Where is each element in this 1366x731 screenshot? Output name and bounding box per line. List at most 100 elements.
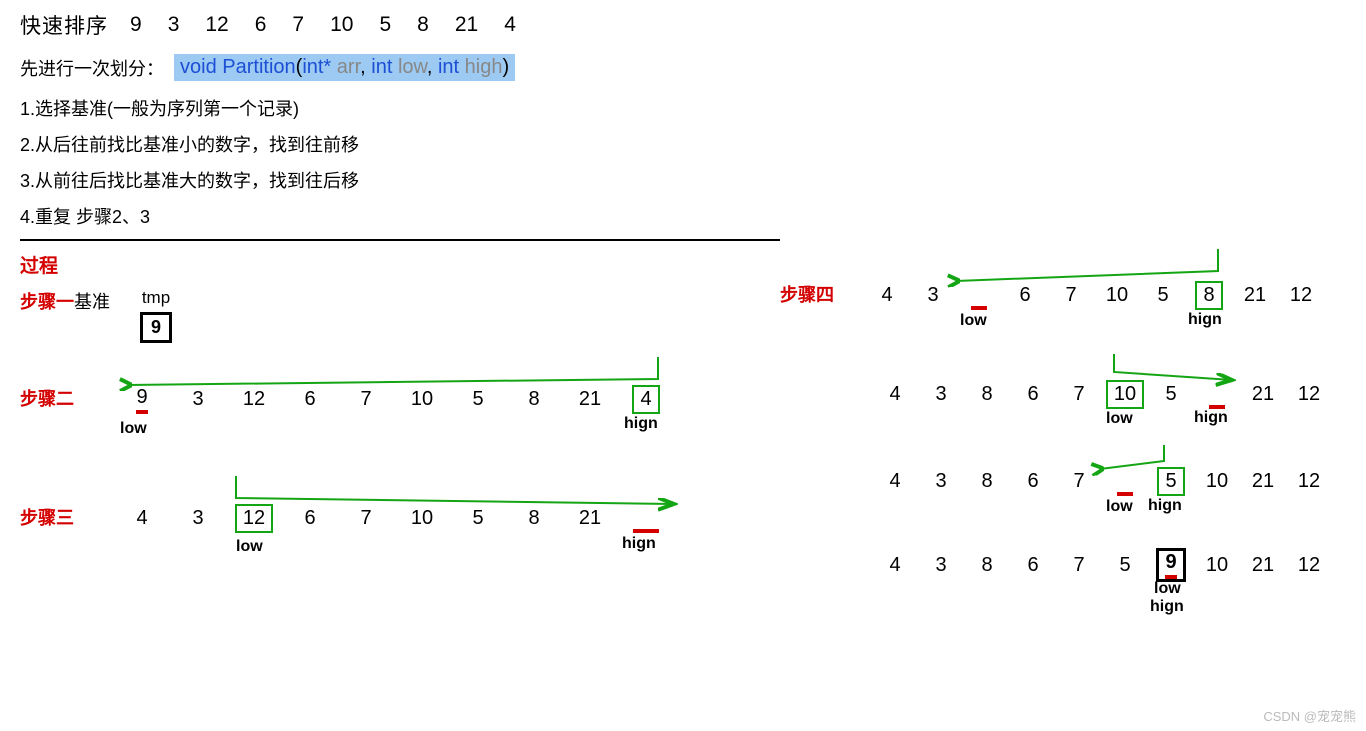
num: 7: [292, 13, 304, 37]
cell: 21: [562, 388, 618, 411]
cell: 6: [1010, 383, 1056, 406]
cell: 4: [864, 284, 910, 307]
step-4d: 4 3 8 6 7 5 9 low hign 10 21 12: [872, 548, 1346, 582]
cell: 10: [1194, 554, 1240, 577]
param-arr: arr: [337, 56, 360, 78]
cell: 8: [506, 388, 562, 411]
cell: 7: [338, 388, 394, 411]
hign-tag: hign: [622, 535, 656, 553]
cell: 10: [394, 388, 450, 411]
cell: 5: [450, 388, 506, 411]
cell: 5: [1148, 383, 1194, 406]
val: 9: [136, 386, 147, 414]
paren-close: ): [502, 56, 509, 78]
step2-label: 步骤二: [20, 385, 74, 411]
fn-name: Partition: [222, 56, 295, 78]
hign-tag: hign: [1188, 311, 1222, 329]
val: 10: [1106, 380, 1144, 409]
code-highlight: void Partition(int* arr, int low, int hi…: [174, 54, 515, 81]
rules-list: 1.选择基准(一般为序列第一个记录) 2.从后往前找比基准小的数字，找到往前移 …: [20, 91, 1346, 235]
cell: 10: [394, 507, 450, 530]
step-3: 步骤三 4 3 12low 6 7 10 5 8 21 hign: [20, 504, 780, 533]
cell: 4: [872, 554, 918, 577]
cell: 5hign: [1148, 467, 1194, 496]
blank-cell: [1209, 381, 1226, 409]
cell: 3: [170, 388, 226, 411]
cell: 6: [282, 507, 338, 530]
step1-label: 步骤一: [20, 288, 74, 314]
comma: ,: [360, 56, 371, 78]
cell: 8: [964, 554, 1010, 577]
val: 5: [1157, 467, 1184, 496]
cell: 12: [1286, 470, 1332, 493]
cell: 8: [964, 470, 1010, 493]
cell: 9low: [114, 386, 170, 414]
watermark: CSDN @宠宠熊: [1263, 706, 1356, 725]
step2-array: 9low 3 12 6 7 10 5 8 21 4hign: [114, 385, 674, 414]
tmp-box: 9: [140, 312, 172, 343]
cell: 10: [1094, 284, 1140, 307]
cell: 21: [1240, 470, 1286, 493]
kw-void: void: [180, 56, 217, 78]
cell: 9 low hign: [1148, 548, 1194, 582]
title-row: 快速排序 9 3 12 6 7 10 5 8 21 4: [20, 10, 1346, 40]
cell: 12: [226, 388, 282, 411]
divider: [20, 239, 780, 241]
num: 21: [455, 13, 478, 37]
cell: low: [956, 282, 1002, 310]
cell: 4hign: [618, 385, 674, 414]
num: 10: [330, 13, 353, 37]
num: 8: [417, 13, 429, 37]
cell: hign: [618, 505, 674, 533]
rule-1: 1.选择基准(一般为序列第一个记录): [20, 91, 1346, 127]
comma: ,: [427, 56, 438, 78]
step-1: 步骤一基准 tmp 9: [20, 288, 780, 343]
cell: low: [1102, 468, 1148, 496]
type-intptr: int*: [302, 56, 331, 78]
tmp-val: 9: [151, 317, 161, 337]
type-int: int: [438, 56, 459, 78]
cell: 7: [1056, 554, 1102, 577]
cell: 7: [1056, 383, 1102, 406]
cell: 6: [1010, 554, 1056, 577]
cell: 7: [1048, 284, 1094, 307]
cell: 3: [918, 470, 964, 493]
cell: 10low: [1102, 380, 1148, 409]
low-tag: low: [1106, 498, 1133, 516]
step4-label: 步骤四: [780, 281, 834, 307]
low-tag: low: [1154, 580, 1181, 598]
cell: 12low: [226, 504, 282, 533]
cell: 5: [1140, 284, 1186, 307]
num: 4: [504, 13, 516, 37]
cell: 21: [562, 507, 618, 530]
cell: 10: [1194, 470, 1240, 493]
low-tag: low: [960, 312, 987, 330]
step4d-array: 4 3 8 6 7 5 9 low hign 10 21 12: [872, 548, 1332, 582]
param-low: low: [398, 56, 427, 78]
cell: 12: [1286, 383, 1332, 406]
cell: 3: [170, 507, 226, 530]
cell: 4: [872, 470, 918, 493]
hign-tag: hign: [624, 415, 658, 433]
cell: 3: [910, 284, 956, 307]
step1-base: 基准: [74, 288, 110, 314]
cell: 21: [1240, 554, 1286, 577]
cell: 6: [1002, 284, 1048, 307]
cell: 4: [114, 507, 170, 530]
num: 12: [205, 13, 228, 37]
title: 快速排序: [20, 10, 108, 40]
hign-tag: hign: [1148, 497, 1182, 515]
cell: 21: [1240, 383, 1286, 406]
low-tag: low: [236, 538, 263, 556]
cell: 3: [918, 383, 964, 406]
cell: hign: [1194, 381, 1240, 409]
low-tag: low: [1106, 410, 1133, 428]
step4b-array: 4 3 8 6 7 10low 5 hign 21 12: [872, 380, 1332, 409]
cell: 6: [1010, 470, 1056, 493]
blank-cell: [633, 505, 659, 533]
step4c-array: 4 3 8 6 7 low 5hign 10 21 12: [872, 467, 1332, 496]
low-tag: low: [120, 420, 147, 438]
type-int: int: [371, 56, 392, 78]
step3-array: 4 3 12low 6 7 10 5 8 21 hign: [114, 504, 674, 533]
val: 12: [235, 504, 273, 533]
